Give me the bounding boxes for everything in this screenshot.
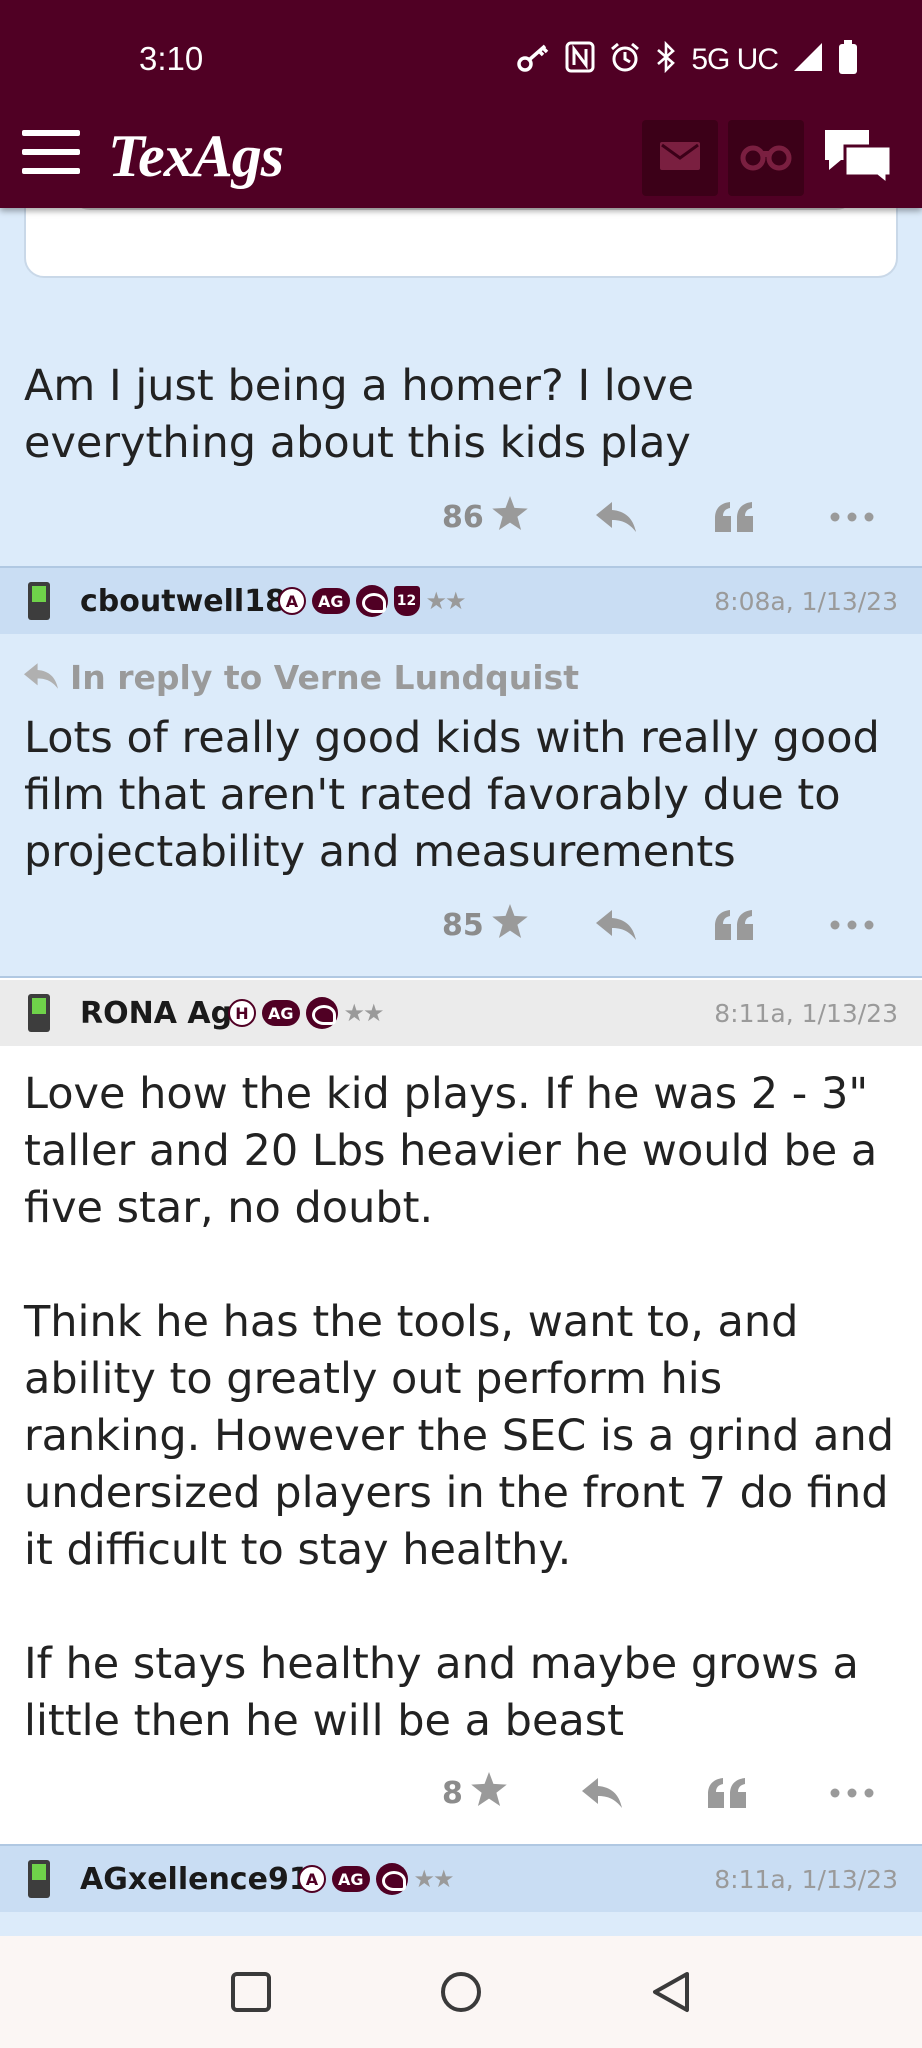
like-count: 86 [442,499,484,535]
post-header: cboutwell18 A AG 12 ★★ 8:08a, 1/13/23 [0,568,922,634]
site-logo[interactable]: TexAgs [108,122,284,191]
badge-h: H [228,999,256,1027]
post-body-partial [0,1912,922,1936]
like-button[interactable]: 8 [442,1772,507,1814]
post-body: Lots of really good kids with really goo… [24,713,880,877]
quote-icon[interactable] [704,492,764,542]
badge-ag: AG [262,1000,300,1026]
network-label: 5G UC [691,42,779,76]
system-nav-bar [0,1936,922,2048]
post-actions: 8 [442,1768,882,1818]
more-icon[interactable] [822,1768,882,1818]
reply-arrow-icon [24,658,58,697]
user-badges: A AG ★★ [298,1863,455,1895]
username[interactable]: RONA Ag [80,996,232,1031]
post: Am I just being a homer? I love everythi… [0,178,922,568]
like-count: 85 [442,907,484,943]
more-icon[interactable] [822,492,882,542]
helmet-icon [375,1863,408,1895]
username[interactable]: cboutwell18 [80,584,286,619]
post-actions: 85 [442,900,882,950]
post: In reply to Verne Lundquist Lots of real… [0,634,922,978]
like-button[interactable]: 85 [442,904,528,946]
chat-button[interactable] [818,120,898,196]
status-time: 3:10 [139,40,204,77]
quote-icon[interactable] [704,900,764,950]
reply-icon[interactable] [572,1768,632,1818]
key-icon [517,42,551,77]
chat-icon [821,126,895,190]
post: Love how the kid plays. If he was 2 - 3"… [0,1046,922,1846]
helmet-icon [355,585,388,617]
badge-a: A [298,1865,326,1893]
status-bar: 3:10 5G UC [0,0,922,120]
user-badges: A AG 12 ★★ [278,585,467,617]
reply-to-link[interactable]: In reply to Verne Lundquist [24,658,579,697]
battery-icon [838,40,858,79]
like-button[interactable]: 86 [442,496,528,538]
mail-icon [660,142,700,174]
mail-button[interactable] [642,120,718,196]
alarm-icon [609,41,641,78]
star-rating: ★★ [413,1865,455,1893]
app-header: 3:10 5G UC TexAgs [0,0,922,208]
post-timestamp: 8:08a, 1/13/23 [714,586,898,616]
bluetooth-icon [655,40,677,78]
home-icon[interactable] [431,1962,491,2022]
helmet-icon [305,997,338,1029]
badge-12: 12 [393,586,420,616]
reply-to-label: In reply to Verne Lundquist [70,658,580,697]
reply-icon[interactable] [586,492,646,542]
star-icon [492,496,528,538]
post-body: Love how the kid plays. If he was 2 - 3"… [24,1069,894,1746]
back-icon[interactable] [641,1962,701,2022]
post-actions: 86 [442,492,882,542]
star-rating: ★★ [343,999,385,1027]
status-icons: 5G UC [517,40,858,79]
post-body: Am I just being a homer? I love everythi… [24,361,694,468]
star-rating: ★★ [425,587,467,615]
post-timestamp: 8:11a, 1/13/23 [714,998,898,1028]
post-timestamp: 8:11a, 1/13/23 [714,1864,898,1894]
mobile-phone-icon [28,994,50,1032]
binoculars-icon [740,141,792,175]
post-header: RONA Ag H AG ★★ 8:11a, 1/13/23 [0,980,922,1046]
more-icon[interactable] [822,900,882,950]
quote-icon[interactable] [697,1768,757,1818]
signal-icon [792,41,824,78]
like-count: 8 [442,1775,463,1811]
user-badges: H AG ★★ [228,997,385,1029]
star-icon [492,904,528,946]
badge-ag: AG [332,1866,370,1892]
star-icon [471,1772,507,1814]
badge-a: A [278,587,306,615]
username[interactable]: AGxellence91 [80,1862,310,1897]
nfc-icon [565,41,595,78]
badge-ag: AG [312,588,350,614]
binoculars-button[interactable] [728,120,804,196]
recents-icon[interactable] [221,1962,281,2022]
mobile-phone-icon [28,582,50,620]
reply-icon[interactable] [586,900,646,950]
post-header: AGxellence91 A AG ★★ 8:11a, 1/13/23 [0,1846,922,1912]
mobile-phone-icon [28,1860,50,1898]
menu-icon[interactable] [22,130,80,174]
